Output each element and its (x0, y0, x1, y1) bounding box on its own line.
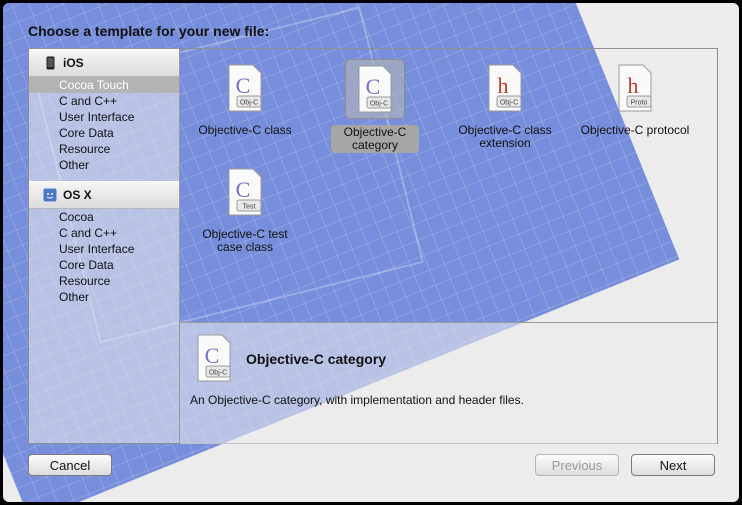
dialog-title: Choose a template for your new file: (28, 23, 270, 39)
template-objective-c-class[interactable]: C Obj-C Objective-C class (180, 59, 310, 138)
previous-button[interactable]: Previous (535, 454, 619, 476)
file-glyph: C (236, 177, 251, 202)
description-text: An Objective-C category, with implementa… (190, 393, 524, 407)
template-chooser: iOS Cocoa Touch C and C++ User Interface… (28, 48, 718, 444)
next-button[interactable]: Next (631, 454, 715, 476)
category-file-icon: C Obj-C (197, 334, 231, 382)
file-glyph: C (205, 343, 220, 368)
template-objective-c-protocol[interactable]: h Proto Objective-C protocol (570, 59, 700, 138)
template-objective-c-test-case-class[interactable]: C Test Objective-C test case class (180, 163, 310, 255)
sidebar-section-label: iOS (63, 56, 84, 70)
template-label: Objective-C protocol (580, 123, 690, 137)
cancel-button[interactable]: Cancel (28, 454, 112, 476)
file-badge: Obj-C (370, 101, 388, 108)
sidebar-item-resource[interactable]: Resource (29, 273, 179, 289)
sidebar-item-core-data[interactable]: Core Data (29, 125, 179, 141)
sidebar-item-c-and-cpp[interactable]: C and C++ (29, 225, 179, 241)
file-badge: Obj-C (209, 370, 227, 377)
file-badge: Obj-C (240, 100, 258, 107)
template-label: Objective-C category (331, 125, 419, 153)
template-label: Objective-C class extension (458, 123, 552, 150)
file-badge: Proto (631, 100, 648, 107)
template-description-pane: C Obj-C Objective-C category An Objectiv… (180, 322, 717, 444)
file-glyph: C (236, 73, 251, 98)
template-grid: C Obj-C Objective-C class C Obj-C Object… (180, 49, 717, 321)
sidebar-item-resource[interactable]: Resource (29, 141, 179, 157)
test-file-icon: C Test (228, 168, 262, 216)
template-objective-c-class-extension[interactable]: h Obj-C Objective-C class extension (440, 59, 570, 151)
sidebar-item-user-interface[interactable]: User Interface (29, 109, 179, 125)
template-objective-c-category[interactable]: C Obj-C Objective-C category (310, 59, 440, 153)
iphone-icon (43, 55, 57, 71)
mac-os-icon (43, 187, 57, 203)
protocol-file-icon: h Proto (618, 64, 652, 112)
sidebar-item-cocoa[interactable]: Cocoa (29, 209, 179, 225)
sidebar-section-ios: iOS (29, 49, 179, 77)
template-label: Objective-C test case class (202, 227, 288, 254)
sidebar-section-osx: OS X (29, 181, 179, 209)
file-glyph: h (628, 73, 639, 98)
platform-sidebar: iOS Cocoa Touch C and C++ User Interface… (29, 49, 180, 443)
file-badge: Obj-C (500, 100, 518, 107)
sidebar-item-user-interface[interactable]: User Interface (29, 241, 179, 257)
new-file-sheet: Choose a template for your new file: iOS… (3, 3, 739, 502)
template-label: Objective-C class (198, 123, 292, 137)
sidebar-section-label: OS X (63, 188, 92, 202)
sidebar-item-other[interactable]: Other (29, 289, 179, 305)
sidebar-item-other[interactable]: Other (29, 157, 179, 173)
description-title: Objective-C category (246, 351, 387, 367)
sidebar-item-core-data[interactable]: Core Data (29, 257, 179, 273)
extension-file-icon: h Obj-C (488, 64, 522, 112)
file-glyph: h (498, 73, 509, 98)
sidebar-item-cocoa-touch[interactable]: Cocoa Touch (29, 77, 179, 93)
sidebar-item-c-and-cpp[interactable]: C and C++ (29, 93, 179, 109)
category-file-icon: C Obj-C (358, 65, 392, 113)
file-glyph: C (366, 74, 381, 99)
file-badge: Test (243, 204, 256, 211)
class-file-icon: C Obj-C (228, 64, 262, 112)
